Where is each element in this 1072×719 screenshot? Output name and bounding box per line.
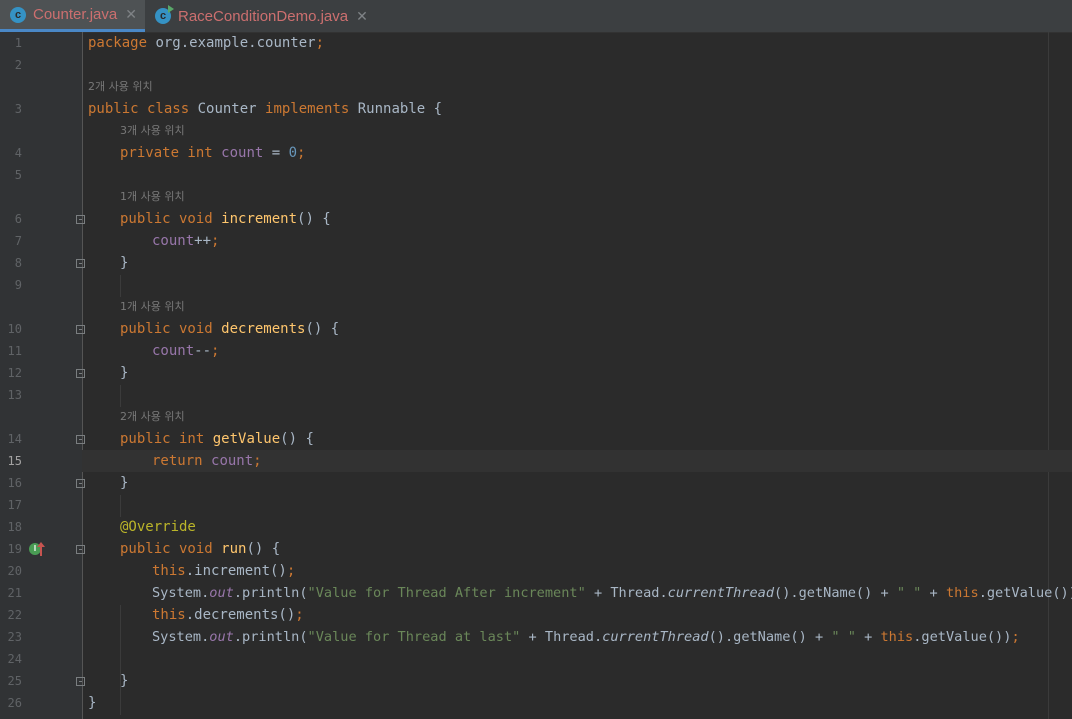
code-line: 5 bbox=[14, 168, 22, 182]
code-line: 17 bbox=[7, 498, 22, 512]
java-class-icon: c bbox=[10, 6, 26, 23]
code-line: 26 } bbox=[7, 695, 97, 711]
fold-icon[interactable] bbox=[76, 215, 85, 224]
fold-end-icon[interactable] bbox=[76, 677, 85, 686]
usage-hint[interactable]: 1개 사용 위치 bbox=[120, 186, 185, 208]
code-line: 12 } bbox=[7, 365, 129, 381]
code-line: 22 this.decrements(); bbox=[7, 607, 304, 623]
code-line: 1 package org.example.counter; bbox=[14, 35, 325, 51]
code-line: 13 bbox=[7, 388, 22, 402]
code-line: 11 count--; bbox=[7, 343, 220, 359]
close-icon[interactable]: ✕ bbox=[125, 6, 137, 23]
fold-icon[interactable] bbox=[76, 435, 85, 444]
usage-hint[interactable]: 2개 사용 위치 bbox=[120, 406, 185, 428]
tab-label: Counter.java bbox=[33, 6, 118, 23]
tab-label: RaceConditionDemo.java bbox=[178, 7, 349, 25]
fold-icon[interactable] bbox=[76, 325, 85, 334]
code-line: 2 bbox=[14, 58, 22, 72]
tab-racecondition-demo[interactable]: c RaceConditionDemo.java ✕ bbox=[145, 0, 375, 32]
close-icon[interactable]: ✕ bbox=[356, 8, 368, 25]
code-line: 23 System.out.println("Value for Thread … bbox=[7, 629, 1020, 645]
code-line: 6 public void increment() { bbox=[14, 211, 331, 227]
code-line: 25 } bbox=[7, 673, 129, 689]
code-line: 8 } bbox=[14, 255, 129, 271]
code-line: 10 public void decrements() { bbox=[7, 321, 340, 337]
usage-hint[interactable]: 2개 사용 위치 bbox=[88, 76, 153, 98]
java-class-runnable-icon: c bbox=[155, 5, 174, 24]
editor-tab-bar: c Counter.java ✕ c RaceConditionDemo.jav… bbox=[0, 0, 1072, 33]
code-line: 7 count++; bbox=[14, 233, 220, 249]
fold-icon[interactable] bbox=[76, 545, 85, 554]
code-line: 24 bbox=[7, 652, 22, 666]
override-arrow-icon[interactable] bbox=[37, 542, 45, 556]
code-line: 9 bbox=[14, 278, 22, 292]
code-editor[interactable]: 1 package org.example.counter; 2 2개 사용 위… bbox=[0, 32, 1072, 719]
fold-end-icon[interactable] bbox=[76, 259, 85, 268]
code-line: 21 System.out.println("Value for Thread … bbox=[7, 585, 1072, 601]
tab-counter-java[interactable]: c Counter.java ✕ bbox=[0, 0, 145, 32]
code-line: 19 I public void run() { bbox=[7, 541, 281, 557]
code-line: 14 public int getValue() { bbox=[7, 431, 314, 447]
usage-hint[interactable]: 1개 사용 위치 bbox=[120, 296, 185, 318]
code-line-current: 15 return count; bbox=[0, 450, 1072, 472]
fold-end-icon[interactable] bbox=[76, 369, 85, 378]
code-line: 16 } bbox=[7, 475, 129, 491]
code-line: 4 private int count = 0; bbox=[14, 145, 306, 161]
fold-end-icon[interactable] bbox=[76, 479, 85, 488]
code-line: 18 @Override bbox=[7, 519, 196, 535]
code-line: 3 public class Counter implements Runnab… bbox=[14, 101, 443, 117]
usage-hint[interactable]: 3개 사용 위치 bbox=[120, 120, 185, 142]
code-line: 20 this.increment(); bbox=[7, 563, 296, 579]
